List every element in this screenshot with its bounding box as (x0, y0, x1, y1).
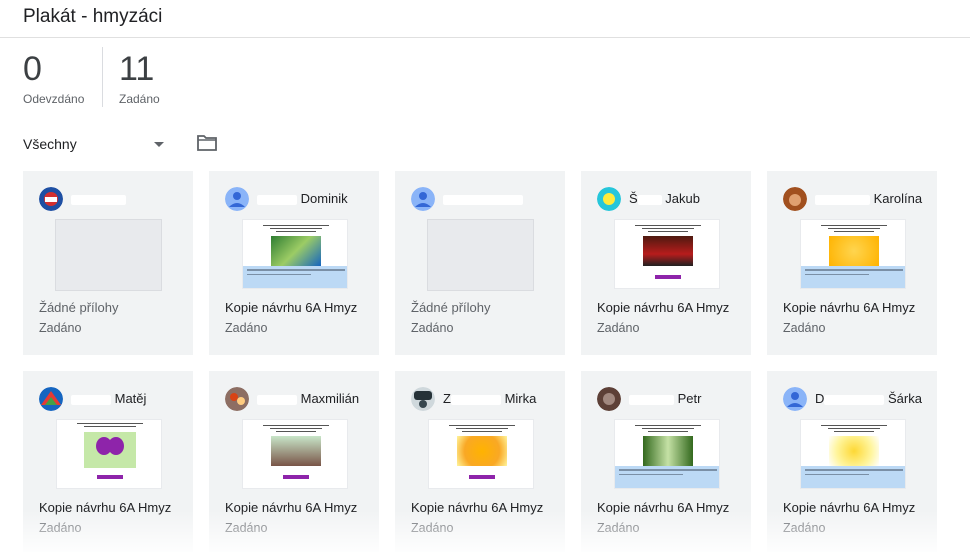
stat-assigned[interactable]: 11 Zadáno (119, 52, 160, 106)
status-label: Zadáno (39, 321, 82, 335)
avatar (597, 387, 621, 411)
student-name: Z Mirka (443, 391, 537, 406)
student-name: Petr (629, 391, 701, 406)
status-label: Zadáno (39, 521, 82, 535)
filter-selected: Všechny (23, 136, 77, 152)
student-name: D Šárka (815, 391, 922, 406)
avatar (225, 187, 249, 211)
student-name: Matěj (71, 391, 146, 406)
student-card[interactable]: Z Mirka Kopie návrhu 6A Hmyz Zadáno (395, 371, 565, 552)
student-card[interactable]: Matěj Kopie návrhu 6A Hmyz Zadáno (23, 371, 193, 552)
attachment-label: Kopie návrhu 6A Hmyz (597, 500, 730, 515)
redacted-name (450, 394, 501, 405)
redacted-name (629, 394, 674, 405)
student-grid: Žádné přílohy Zadáno Dominik Kopie návrh… (23, 171, 937, 552)
redacted-name (71, 194, 126, 205)
attachment-thumbnail[interactable] (56, 419, 162, 489)
student-name (443, 191, 523, 206)
redacted-name (824, 394, 885, 405)
status-label: Zadáno (783, 521, 826, 535)
student-card[interactable]: Žádné přílohy Zadáno (23, 171, 193, 355)
redacted-name (815, 194, 870, 205)
student-name: Karolína (815, 191, 922, 206)
attachment-label: Kopie návrhu 6A Hmyz (783, 500, 916, 515)
attachment-label: Žádné přílohy (411, 300, 491, 315)
student-card[interactable]: Maxmilián Kopie návrhu 6A Hmyz Zadáno (209, 371, 379, 552)
student-name: Š Jakub (629, 191, 700, 206)
attachment-thumbnail[interactable] (800, 219, 906, 289)
stat-divider (102, 47, 103, 107)
student-card[interactable]: Š Jakub Kopie návrhu 6A Hmyz Zadáno (581, 171, 751, 355)
stat-submitted-label: Odevzdáno (23, 92, 85, 106)
attachment-label: Žádné přílohy (39, 300, 119, 315)
attachment-thumbnail[interactable] (242, 219, 348, 289)
attachment-thumbnail[interactable] (614, 419, 720, 489)
avatar (411, 387, 435, 411)
avatar (411, 187, 435, 211)
empty-attachment-placeholder (55, 219, 162, 291)
status-label: Zadáno (597, 521, 640, 535)
attachment-label: Kopie návrhu 6A Hmyz (39, 500, 172, 515)
folder-icon[interactable] (196, 134, 218, 152)
student-card[interactable]: Žádné přílohy Zadáno (395, 171, 565, 355)
attachment-thumbnail[interactable] (428, 419, 534, 489)
attachment-label: Kopie návrhu 6A Hmyz (783, 300, 916, 315)
stat-assigned-label: Zadáno (119, 92, 160, 106)
student-card[interactable]: Petr Kopie návrhu 6A Hmyz Zadáno (581, 371, 751, 552)
attachment-label: Kopie návrhu 6A Hmyz (225, 500, 358, 515)
redacted-name (443, 194, 523, 205)
redacted-name (71, 394, 111, 405)
redacted-name (257, 394, 297, 405)
status-label: Zadáno (783, 321, 826, 335)
student-card[interactable]: Karolína Kopie návrhu 6A Hmyz Zadáno (767, 171, 937, 355)
avatar (39, 387, 63, 411)
student-card[interactable]: Dominik Kopie návrhu 6A Hmyz Zadáno (209, 171, 379, 355)
attachment-thumbnail[interactable] (242, 419, 348, 489)
filter-dropdown[interactable]: Všechny (23, 134, 168, 154)
avatar (783, 387, 807, 411)
status-label: Zadáno (225, 521, 268, 535)
status-label: Zadáno (225, 321, 268, 335)
stat-submitted[interactable]: 0 Odevzdáno (23, 52, 84, 106)
stat-assigned-value: 11 (119, 50, 155, 88)
attachment-label: Kopie návrhu 6A Hmyz (597, 300, 730, 315)
attachment-label: Kopie návrhu 6A Hmyz (225, 300, 358, 315)
attachment-label: Kopie návrhu 6A Hmyz (411, 500, 544, 515)
status-label: Zadáno (411, 521, 454, 535)
empty-attachment-placeholder (427, 219, 534, 291)
redacted-name (257, 194, 297, 205)
chevron-down-icon (154, 141, 164, 147)
avatar (39, 187, 63, 211)
avatar (225, 387, 249, 411)
status-label: Zadáno (411, 321, 454, 335)
attachment-thumbnail[interactable] (800, 419, 906, 489)
student-card[interactable]: D Šárka Kopie návrhu 6A Hmyz Zadáno (767, 371, 937, 552)
status-label: Zadáno (597, 321, 640, 335)
avatar (783, 187, 807, 211)
page-title: Plakát - hmyzáci (23, 6, 163, 27)
attachment-thumbnail[interactable] (614, 219, 720, 289)
avatar (597, 187, 621, 211)
student-name (71, 191, 126, 206)
student-name: Maxmilián (257, 391, 359, 406)
student-name: Dominik (257, 191, 348, 206)
page: Plakát - hmyzáci 0 Odevzdáno 11 Zadáno V… (0, 0, 970, 552)
redacted-name (637, 194, 662, 205)
stat-submitted-value: 0 (23, 50, 42, 88)
header-divider (0, 37, 970, 38)
